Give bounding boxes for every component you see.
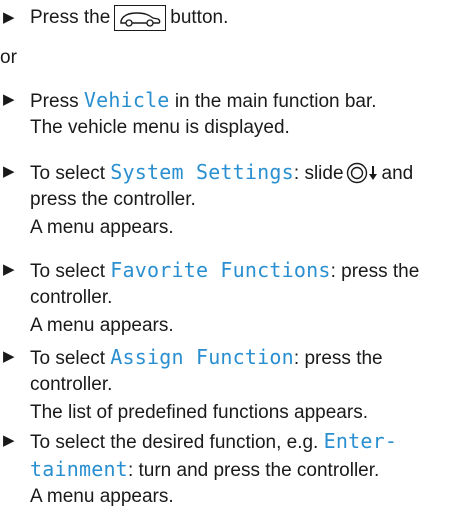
menu-item-entertainment-cont: tainment bbox=[30, 457, 128, 481]
step-result: The list of predefined functions appears… bbox=[30, 402, 368, 423]
step-result: The vehicle menu is displayed. bbox=[30, 117, 290, 138]
menu-item-favorite-functions: Favorite Functions bbox=[110, 258, 331, 282]
controller-slide-down-icon bbox=[346, 162, 380, 184]
bullet-icon: ▶ bbox=[3, 348, 15, 365]
menu-item-system-settings: System Settings bbox=[110, 160, 294, 184]
vehicle-button-icon bbox=[114, 5, 167, 31]
step-result: A menu appears. bbox=[30, 315, 174, 336]
step-result: A menu appears. bbox=[30, 217, 174, 238]
menu-item-entertainment: Enter- bbox=[323, 429, 398, 453]
bullet-icon: ▶ bbox=[3, 432, 15, 449]
bullet-icon: ▶ bbox=[3, 9, 15, 26]
step-text: Press the bbox=[30, 7, 111, 28]
bullet-icon: ▶ bbox=[3, 91, 15, 108]
menu-item-vehicle: Vehicle bbox=[83, 88, 170, 112]
bullet-icon: ▶ bbox=[3, 261, 15, 278]
step-text: button. bbox=[170, 7, 229, 28]
menu-item-assign-function: Assign Function bbox=[110, 345, 294, 369]
bullet-icon: ▶ bbox=[3, 163, 15, 180]
or-separator: or bbox=[0, 47, 17, 68]
